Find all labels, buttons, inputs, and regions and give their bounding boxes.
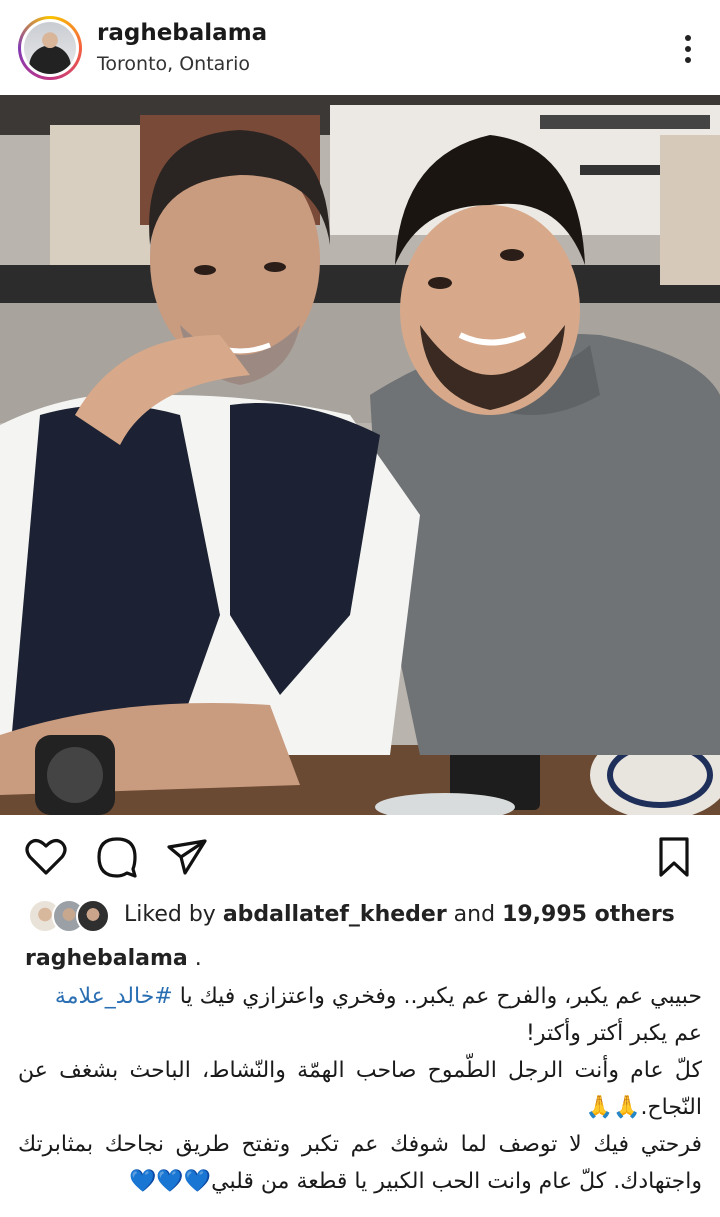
- caption-line-1: حبيبي عم يكبر، والفرح عم يكبر.. وفخري وا…: [172, 984, 702, 1009]
- bookmark-icon[interactable]: [652, 835, 696, 879]
- action-bar: [0, 815, 720, 895]
- post-username[interactable]: raghebalama: [97, 20, 267, 46]
- caption-line-2: عم يكبر أكتر وأكتر!: [526, 1021, 702, 1046]
- liker-avatar[interactable]: [76, 899, 110, 933]
- caption-suffix: .: [187, 946, 202, 971]
- caption-paragraph-1: حبيبي عم يكبر، والفرح عم يكبر.. وفخري وا…: [18, 978, 702, 1015]
- likes-and: and: [453, 902, 496, 927]
- post-location[interactable]: Toronto, Ontario: [97, 53, 250, 75]
- send-icon[interactable]: [165, 835, 209, 879]
- avatar-image: [24, 22, 76, 74]
- caption-line-3: كلّ عام وأنت الرجل الطّموح صاحب الهمّة و…: [18, 1058, 702, 1120]
- likes-row: Liked by abdallatef_kheder and 19,995 ot…: [0, 895, 720, 939]
- likes-user[interactable]: abdallatef_kheder: [223, 902, 447, 927]
- likes-summary[interactable]: Liked by abdallatef_kheder and 19,995 ot…: [124, 902, 675, 927]
- comment-icon[interactable]: [95, 835, 139, 879]
- caption-hashtag[interactable]: #خالد_علامة: [55, 984, 173, 1009]
- post-header: raghebalama Toronto, Ontario: [0, 0, 720, 95]
- photo-illustration: [0, 95, 720, 815]
- caption-author: raghebalama .: [25, 946, 202, 971]
- caption-username[interactable]: raghebalama: [25, 946, 188, 971]
- caption-text: حبيبي عم يكبر، والفرح عم يكبر.. وفخري وا…: [18, 978, 702, 1200]
- profile-avatar[interactable]: [18, 16, 82, 80]
- likes-prefix: Liked by: [124, 902, 216, 927]
- caption-line-4: فرحتي فيك لا توصف لما شوفك عم تكبر وتفتح…: [18, 1132, 702, 1194]
- post-photo[interactable]: [0, 95, 720, 815]
- heart-icon[interactable]: [24, 835, 68, 879]
- likes-count[interactable]: 19,995 others: [502, 902, 675, 927]
- more-options-icon[interactable]: [684, 35, 692, 65]
